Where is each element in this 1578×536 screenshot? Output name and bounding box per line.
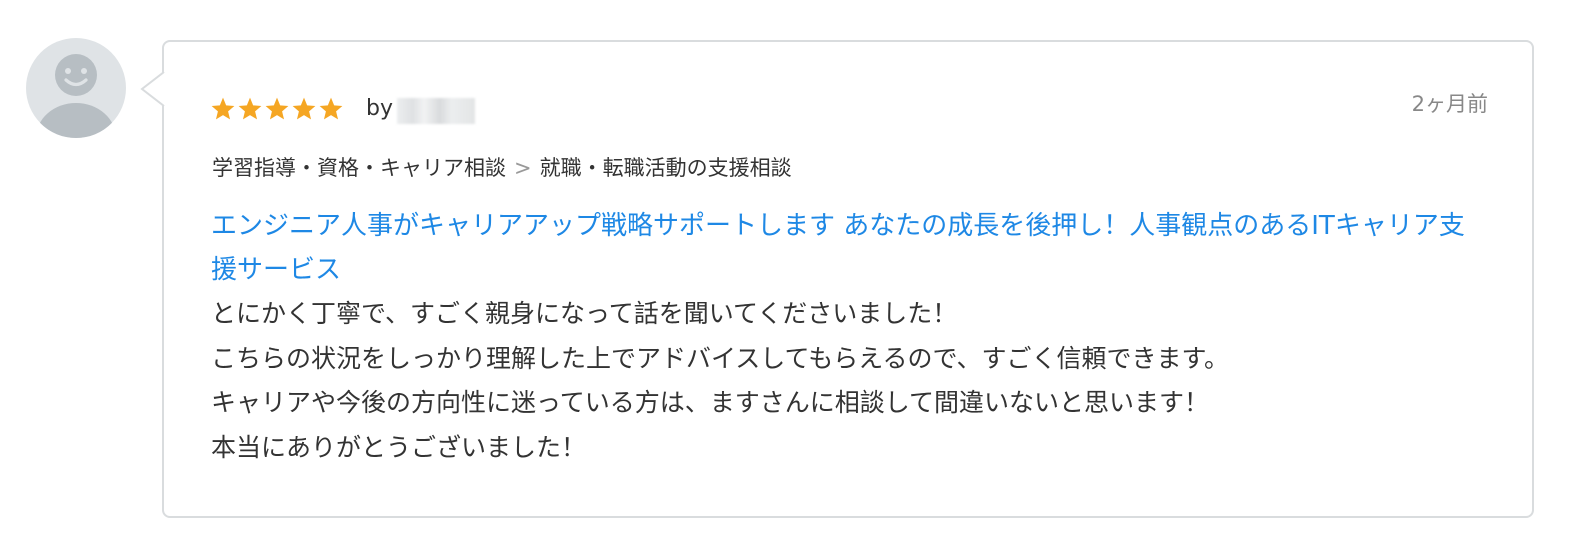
star-icon	[265, 97, 289, 120]
review-text-line: こちらの状況をしっかり理解した上でアドバイスしてもらえるので、すごく信頼できます…	[211, 343, 1230, 373]
star-rating	[210, 96, 344, 122]
review-timestamp: 2ヶ月前	[1411, 92, 1488, 116]
star-icon	[211, 97, 235, 120]
breadcrumb-subcategory[interactable]: 就職・転職活動の支援相談	[540, 154, 792, 182]
breadcrumb: 学習指導・資格・キャリア相談 > 就職・転職活動の支援相談	[212, 154, 792, 182]
breadcrumb-separator: >	[514, 156, 532, 180]
speech-bubble-pointer	[140, 72, 166, 106]
default-user-avatar-icon	[36, 54, 116, 138]
review-body: とにかく丁寧で、すごく親身になって話を聞いてくださいました！ こちらの状況をしっ…	[211, 292, 1481, 470]
reviewer-name[interactable]	[396, 98, 475, 124]
by-label: by	[366, 96, 393, 121]
review-text-line: とにかく丁寧で、すごく親身になって話を聞いてくださいました！	[211, 299, 958, 328]
star-icon	[292, 97, 316, 120]
star-icon	[319, 97, 343, 120]
star-icon	[238, 97, 262, 120]
review-text-line: 本当にありがとうございました！	[211, 432, 587, 462]
service-title-link[interactable]: エンジニア人事がキャリアアップ戦略サポートします あなたの成長を後押し！人事観点…	[211, 204, 1481, 292]
breadcrumb-category[interactable]: 学習指導・資格・キャリア相談	[212, 154, 506, 182]
review-text-line: キャリアや今後の方向性に迷っている方は、ますさんに相談して間違いないと思います！	[211, 388, 1210, 417]
rating-row: by	[210, 94, 475, 124]
reviewer-avatar	[26, 38, 126, 138]
